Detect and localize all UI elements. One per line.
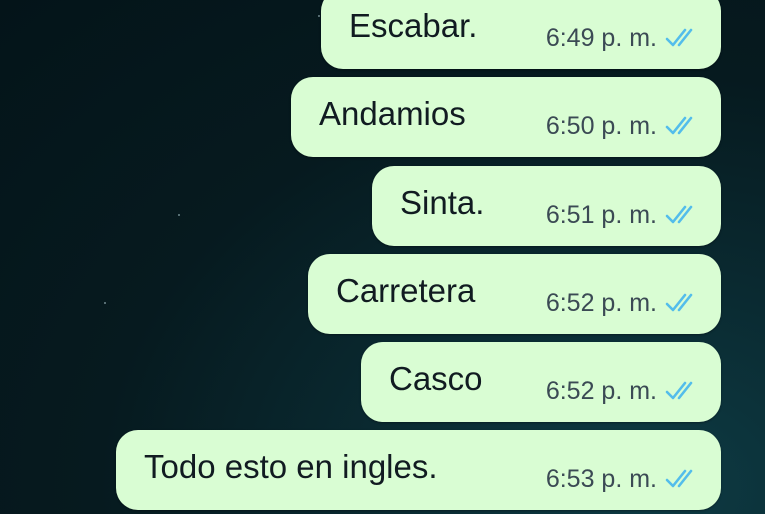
double-check-icon bbox=[665, 469, 693, 488]
message-meta: 6:53 p. m. bbox=[546, 464, 699, 494]
double-check-icon bbox=[665, 381, 693, 400]
message-time: 6:52 p. m. bbox=[545, 377, 657, 405]
double-check-icon bbox=[665, 28, 693, 47]
message-time: 6:49 p. m. bbox=[545, 24, 657, 52]
message-meta: 6:52 p. m. bbox=[546, 376, 699, 406]
outgoing-message-bubble[interactable]: Andamios 6:50 p. m. bbox=[291, 77, 721, 157]
message-meta: 6:49 p. m. bbox=[546, 23, 699, 53]
message-text: Casco bbox=[389, 360, 483, 397]
message-text: Andamios bbox=[319, 95, 466, 132]
double-check-icon bbox=[665, 116, 693, 135]
outgoing-message-bubble[interactable]: Escabar. 6:49 p. m. bbox=[321, 0, 721, 69]
message-text: Sinta. bbox=[400, 184, 485, 221]
wallpaper-star bbox=[178, 214, 180, 216]
wallpaper-star bbox=[104, 302, 106, 304]
double-check-icon bbox=[665, 205, 693, 224]
outgoing-message-bubble[interactable]: Casco 6:52 p. m. bbox=[361, 342, 721, 422]
wallpaper-star bbox=[318, 15, 320, 17]
message-time: 6:52 p. m. bbox=[545, 289, 657, 317]
message-meta: 6:51 p. m. bbox=[546, 200, 699, 230]
message-text: Carretera bbox=[336, 272, 476, 309]
message-meta: 6:52 p. m. bbox=[546, 288, 699, 318]
message-time: 6:50 p. m. bbox=[545, 112, 657, 140]
outgoing-message-bubble[interactable]: Todo esto en ingles. 6:53 p. m. bbox=[116, 430, 721, 510]
message-time: 6:51 p. m. bbox=[545, 201, 657, 229]
message-meta: 6:50 p. m. bbox=[546, 111, 699, 141]
message-time: 6:53 p. m. bbox=[545, 465, 657, 493]
outgoing-message-bubble[interactable]: Sinta. 6:51 p. m. bbox=[372, 166, 721, 246]
outgoing-message-bubble[interactable]: Carretera 6:52 p. m. bbox=[308, 254, 721, 334]
message-text: Todo esto en ingles. bbox=[144, 448, 438, 485]
message-text: Escabar. bbox=[349, 7, 478, 44]
double-check-icon bbox=[665, 293, 693, 312]
